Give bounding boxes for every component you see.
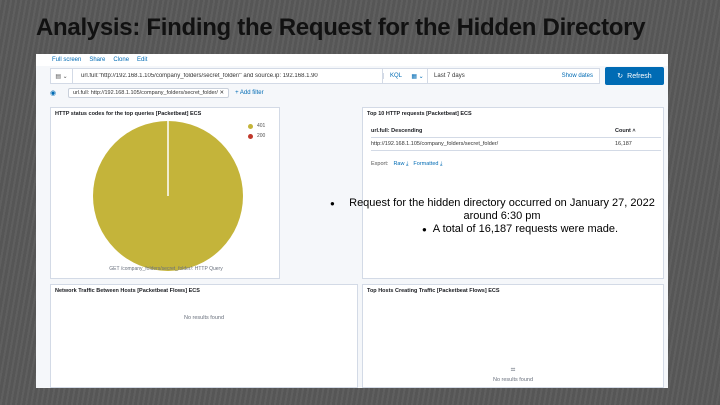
top-requests-title: Top 10 HTTP requests [Packetbeat] ECS <box>367 111 472 117</box>
filter-row: ◉ url.full: http://192.168.1.105/company… <box>50 87 450 99</box>
refresh-icon: ↻ <box>617 73 624 80</box>
legend-dot-401 <box>248 123 253 129</box>
export-raw-label: Raw <box>393 161 405 167</box>
filter-icon[interactable]: ◉ <box>50 89 62 97</box>
export-label: Export: <box>371 161 389 167</box>
legend-label-200: 200 <box>257 133 266 139</box>
filter-pill-text: url.full: http://192.168.1.105/company_f… <box>73 90 218 96</box>
top-requests-panel: Top 10 HTTP requests [Packetbeat] ECS ur… <box>362 107 664 279</box>
download-icon: ⤓ <box>440 161 443 167</box>
refresh-button[interactable]: ↻ Refresh <box>605 67 664 85</box>
legend-200[interactable]: 200 <box>248 133 265 139</box>
network-traffic-empty: No results found <box>183 315 225 321</box>
saved-query-icon[interactable]: ▤ ⌄ <box>51 69 73 83</box>
column-url-header[interactable]: url.full: Descending <box>371 128 422 134</box>
slide-title: Analysis: Finding the Request for the Hi… <box>36 14 646 41</box>
network-traffic-title: Network Traffic Between Hosts [Packetbea… <box>55 288 200 294</box>
filter-pill[interactable]: url.full: http://192.168.1.105/company_f… <box>68 88 230 98</box>
top-hosts-panel: Top Hosts Creating Traffic [Packetbeat F… <box>362 284 664 388</box>
download-icon: ⤓ <box>405 161 409 167</box>
legend-401[interactable]: 401 <box>248 123 265 129</box>
top-hosts-empty: No results found <box>492 377 534 383</box>
menu-share[interactable]: Share <box>89 57 105 63</box>
menu-clone[interactable]: Clone <box>113 57 129 63</box>
note-bullet-2-text: A total of 16,187 requests were made. <box>432 223 619 235</box>
network-traffic-panel: Network Traffic Between Hosts [Packetbea… <box>50 284 358 388</box>
menu-full-screen[interactable]: Full screen <box>52 57 81 63</box>
sort-up-icon: ˄ <box>632 128 636 134</box>
column-count-label: Count <box>615 128 631 134</box>
bullet-icon: ● <box>421 225 427 234</box>
top-hosts-title: Top Hosts Creating Traffic [Packetbeat F… <box>367 288 500 294</box>
menu-edit[interactable]: Edit <box>137 57 147 63</box>
table-row-divider <box>371 150 661 151</box>
export-raw-link[interactable]: Raw ⤓ <box>393 161 408 168</box>
status-codes-pie-chart <box>93 121 243 271</box>
legend-dot-200 <box>248 133 253 139</box>
refresh-label: Refresh <box>627 72 652 80</box>
top-menu: Full screen Share Clone Edit <box>36 54 668 66</box>
legend-label-401: 401 <box>257 123 266 129</box>
slide-notes: Request for the hidden directory occurre… <box>330 197 660 236</box>
table-row-url[interactable]: http://192.168.1.105/company_folders/sec… <box>371 141 498 147</box>
status-codes-panel: HTTP status codes for the top queries [P… <box>50 107 280 279</box>
empty-state-icon: ⌗ <box>510 365 516 374</box>
note-bullet-1: Request for the hidden directory occurre… <box>330 197 660 223</box>
kql-toggle[interactable]: KQL <box>383 73 408 79</box>
note-bullet-2: ● A total of 16,187 requests were made. <box>330 223 660 236</box>
show-dates-link[interactable]: Show dates <box>562 73 599 79</box>
date-range[interactable]: Last 7 days <box>428 73 562 79</box>
column-count-header[interactable]: Count ˄ <box>615 128 636 134</box>
export-formatted-link[interactable]: Formatted ⤓ <box>413 161 442 168</box>
table-divider <box>371 137 661 138</box>
date-picker[interactable]: KQL ▦ ⌄ Last 7 days Show dates <box>382 68 600 84</box>
pie-caption: GET /company_folders/secret_folder/: HTT… <box>109 266 223 272</box>
export-formatted-label: Formatted <box>413 161 439 167</box>
table-row-count: 16,187 <box>615 141 632 147</box>
export-row: Export: Raw ⤓ Formatted ⤓ <box>371 161 442 168</box>
calendar-icon[interactable]: ▦ ⌄ <box>408 69 429 83</box>
add-filter-link[interactable]: + Add filter <box>235 90 264 96</box>
